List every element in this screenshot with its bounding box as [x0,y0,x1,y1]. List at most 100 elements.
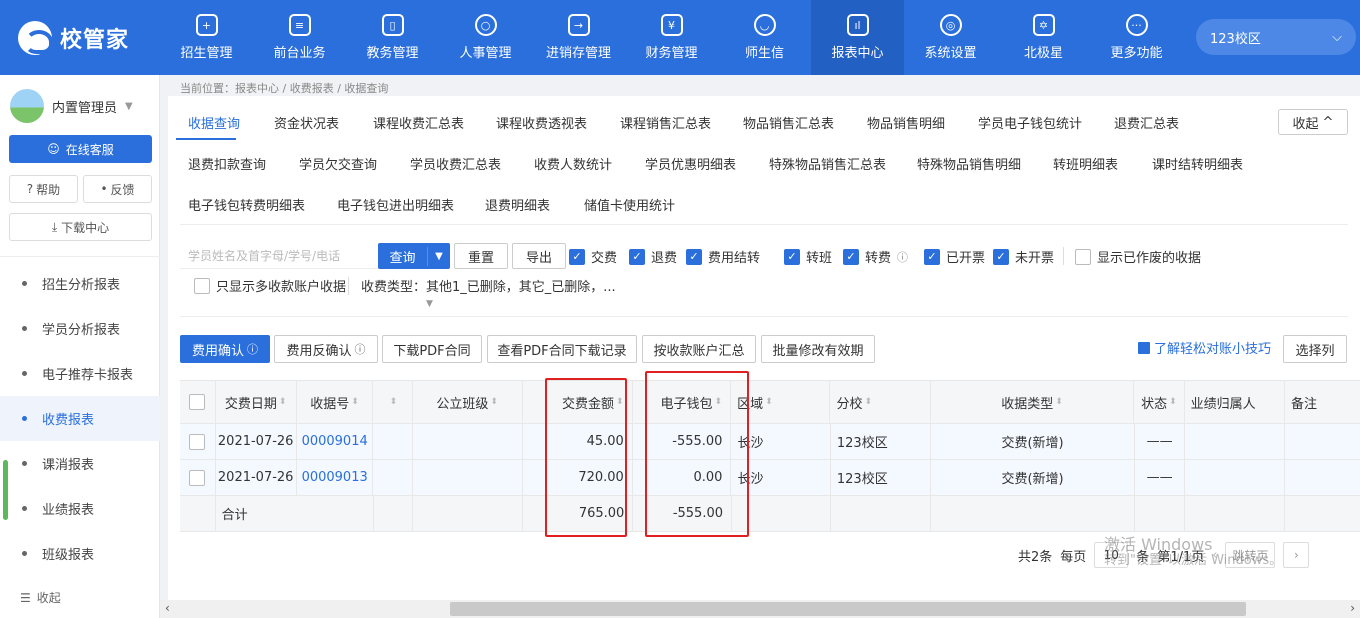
filter-checkbox[interactable]: 只显示多收款账户收据 [194,276,346,295]
chevron-up-icon: ^ [1322,114,1334,130]
nav-item[interactable]: ··· 更多功能 [1090,0,1183,75]
nav-item[interactable]: ¥ 财务管理 [625,0,718,75]
campus-selector[interactable]: 123校区 ⌵ [1196,19,1356,55]
filter-checkbox[interactable]: 显示已作废的收据 [1075,247,1201,266]
column-header[interactable]: 交费日期 ⬍ [216,381,297,423]
nav-item[interactable]: ○ 人事管理 [439,0,532,75]
fee-confirm-button[interactable]: 费用确认 ⓘ [180,335,270,363]
query-button[interactable]: 查询 ▼ [378,243,450,269]
row-checkbox[interactable] [180,460,216,495]
fee-type-select[interactable]: 其他1_已删除，其它_已删除，... ▼ [426,276,622,310]
report-tab[interactable]: 收据查询 [188,113,240,132]
sidebar-item[interactable]: 收费报表 [0,396,160,441]
online-service-button[interactable]: ☺ 在线客服 [9,135,152,163]
report-tab[interactable]: 退费汇总表 [1114,113,1179,132]
nav-item[interactable]: ▯ 教务管理 [346,0,439,75]
report-tab[interactable]: 电子钱包转费明细表 [188,195,305,214]
nav-item[interactable]: ◎ 系统设置 [904,0,997,75]
reconcile-tips-link[interactable]: 了解轻松对账小技巧 [1138,338,1271,357]
collapse-sidebar-button[interactable]: ☰ 收起 [20,589,61,606]
nav-item[interactable]: ◡ 师生信 [718,0,811,75]
pdf-download-records-button[interactable]: 查看PDF合同下载记录 [487,335,637,363]
report-tab[interactable]: 课时结转明细表 [1152,154,1243,173]
feedback-button[interactable]: • 反馈 [83,175,152,203]
column-header[interactable]: 公立班级 ⬍ [413,381,523,423]
report-tab[interactable]: 资金状况表 [274,113,339,132]
report-tab[interactable]: 物品销售汇总表 [743,113,834,132]
summary-by-account-button[interactable]: 按收款账户汇总 [642,335,756,363]
report-tab[interactable]: 课程销售汇总表 [620,113,711,132]
student-search-input[interactable]: 学员姓名及首字母/学号/电话 [180,243,380,269]
column-header[interactable]: 分校 ⬍ [830,381,931,423]
receipt-number-link[interactable]: 00009013 [297,460,374,495]
sidebar-item-label: 电子推荐卡报表 [42,368,134,383]
nav-item[interactable]: ✡ 北极星 [997,0,1090,75]
report-tab[interactable]: 特殊物品销售明细 [917,154,1021,173]
sidebar-item[interactable]: 学员分析报表 [0,306,160,351]
money-bag-icon: ¥ [660,14,683,36]
report-tab[interactable]: 学员电子钱包统计 [978,113,1082,132]
scrollbar-thumb[interactable] [450,602,1246,616]
sidebar-item[interactable]: 招生分析报表 [0,261,160,306]
report-tab[interactable]: 转班明细表 [1053,154,1118,173]
scroll-left-icon[interactable]: ‹ [165,601,170,615]
filter-checkbox[interactable]: ✓ 退费 [629,247,677,266]
choose-columns-button[interactable]: 选择列 [1283,335,1347,363]
pay-date-cell: 2021-07-26 [216,424,297,459]
report-tab[interactable]: 物品销售明细 [867,113,945,132]
sidebar-item[interactable]: 业绩报表 [0,486,160,531]
fold-tabs-button[interactable]: 收起 ^ [1278,109,1348,135]
horizontal-scrollbar[interactable]: ‹ › [160,600,1360,618]
reset-button[interactable]: 重置 [454,243,508,269]
book-icon: ▯ [381,14,404,36]
nav-item[interactable]: ≡ 前台业务 [253,0,346,75]
select-all-checkbox[interactable] [180,381,216,423]
filter-checkbox[interactable]: ✓ 费用结转 [686,247,760,266]
batch-edit-validity-button[interactable]: 批量修改有效期 [761,335,875,363]
nav-item[interactable]: ıl 报表中心 [811,0,904,75]
sidebar-item[interactable]: 电子推荐卡报表 [0,351,160,396]
chevron-down-icon[interactable]: ▼ [428,251,450,262]
sidebar-item[interactable]: 课消报表 [0,441,160,486]
fee-unconfirm-button[interactable]: 费用反确认 ⓘ [274,335,378,363]
app-logo[interactable]: 校管家 [18,20,129,56]
filter-checkbox[interactable]: ✓ 转费 ⓘ [843,247,908,266]
column-header[interactable]: 收据类型 ⬍ [931,381,1135,423]
report-tab[interactable]: 学员优惠明细表 [645,154,736,173]
checkbox-icon: ✓ [629,248,645,265]
filter-checkbox[interactable]: ✓ 已开票 [924,247,985,266]
report-tab[interactable]: 储值卡使用统计 [584,195,675,214]
nav-item[interactable]: → 进销存管理 [532,0,625,75]
nav-item[interactable]: + 招生管理 [160,0,253,75]
report-tab[interactable]: 电子钱包进出明细表 [337,195,454,214]
next-page-icon[interactable]: › [1283,542,1310,568]
sidebar-scrollbar[interactable] [3,460,8,520]
receipt-number-link[interactable]: 00009014 [297,424,374,459]
download-pdf-contract-button[interactable]: 下载PDF合同 [382,335,482,363]
help-button[interactable]: ? 帮助 [9,175,78,203]
column-header[interactable]: 状态 ⬍ [1134,381,1185,423]
highlight-box-wallet [645,371,749,537]
report-tab[interactable]: 学员收费汇总表 [410,154,501,173]
sidebar-item[interactable]: 班级报表 [0,531,160,576]
table-row[interactable]: 2021-07-26 00009013 720.00 0.00 长沙 123校区… [180,460,1360,496]
report-tab[interactable]: 退费明细表 [485,195,550,214]
table-row[interactable]: 2021-07-26 00009014 45.00 -555.00 长沙 123… [180,424,1360,460]
filter-checkbox[interactable]: ✓ 转班 [784,247,832,266]
scroll-right-icon[interactable]: › [1350,601,1355,615]
filter-checkbox[interactable]: ✓ 交费 [569,247,617,266]
user-menu[interactable]: 内置管理员 ▼ [10,89,133,123]
row-checkbox[interactable] [180,424,216,459]
report-tab[interactable]: 学员欠交查询 [299,154,377,173]
export-button[interactable]: 导出 [512,243,566,269]
filter-checkbox[interactable]: ✓ 未开票 [993,247,1054,266]
report-tab[interactable]: 退费扣款查询 [188,154,266,173]
report-tab[interactable]: 课程收费汇总表 [373,113,464,132]
fee-type-label: 收费类型： [361,280,427,295]
download-center-button[interactable]: ⤓ 下载中心 [9,213,152,241]
report-tab[interactable]: 收费人数统计 [534,154,612,173]
question-icon[interactable]: ⓘ [897,249,908,265]
column-header[interactable]: 收据号 ⬍ [297,381,374,423]
report-tab[interactable]: 课程收费透视表 [496,113,587,132]
report-tab[interactable]: 特殊物品销售汇总表 [769,154,886,173]
